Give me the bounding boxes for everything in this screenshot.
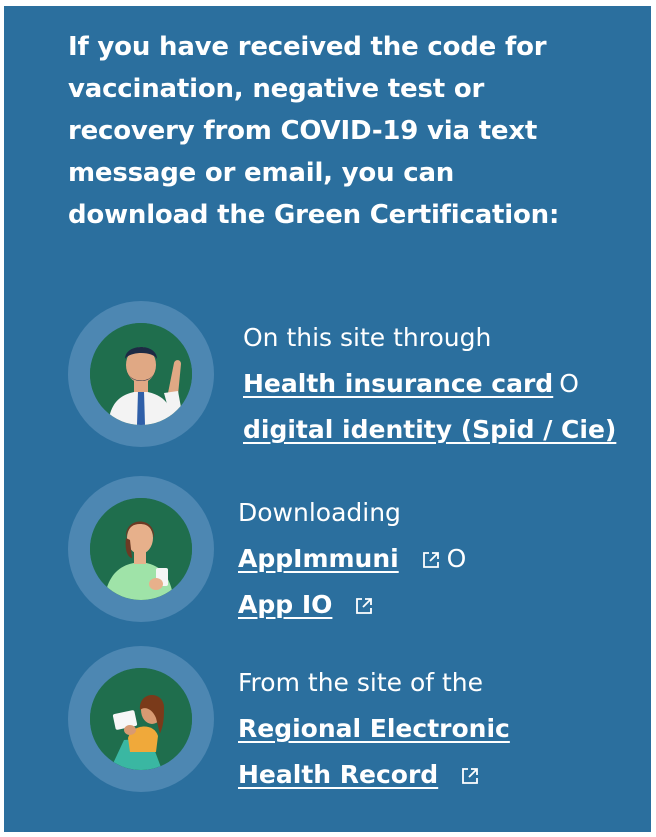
external-link-icon[interactable] xyxy=(460,766,480,786)
option-lead: From the site of the xyxy=(238,668,484,697)
external-link-icon[interactable] xyxy=(421,550,441,570)
appimmuni-link[interactable]: AppImmuni xyxy=(238,544,399,573)
external-link-icon[interactable] xyxy=(354,596,374,616)
digital-identity-link[interactable]: digital identity (Spid / Cie) xyxy=(243,415,616,444)
avatar-ring xyxy=(68,476,214,622)
health-record-link[interactable]: Health Record xyxy=(238,760,438,789)
option-regional-record: From the site of the Regional Electronic… xyxy=(68,646,628,796)
green-certificate-panel: If you have received the code for vaccin… xyxy=(4,6,651,832)
woman-reading-icon xyxy=(90,668,192,770)
intro-text: If you have received the code for vaccin… xyxy=(68,32,560,230)
option-apps: Downloading AppImmuni O App IO xyxy=(68,476,628,626)
health-insurance-card-link[interactable]: Health insurance card xyxy=(243,369,553,398)
option-text: Downloading AppImmuni O App IO xyxy=(238,490,466,628)
option-lead: Downloading xyxy=(238,498,401,527)
option-this-site: On this site through Health insurance ca… xyxy=(68,301,628,451)
avatar-ring xyxy=(68,301,214,447)
regional-electronic-link[interactable]: Regional Electronic xyxy=(238,714,510,743)
separator-text: O xyxy=(446,544,467,573)
woman-phone-icon xyxy=(90,498,192,600)
app-io-link[interactable]: App IO xyxy=(238,590,332,619)
separator-text: O xyxy=(559,369,579,398)
avatar-ring xyxy=(68,646,214,792)
option-lead: On this site through xyxy=(243,323,492,352)
option-text: From the site of the Regional Electronic… xyxy=(238,660,510,798)
man-waving-icon xyxy=(90,323,192,425)
option-text: On this site through Health insurance ca… xyxy=(243,315,616,453)
